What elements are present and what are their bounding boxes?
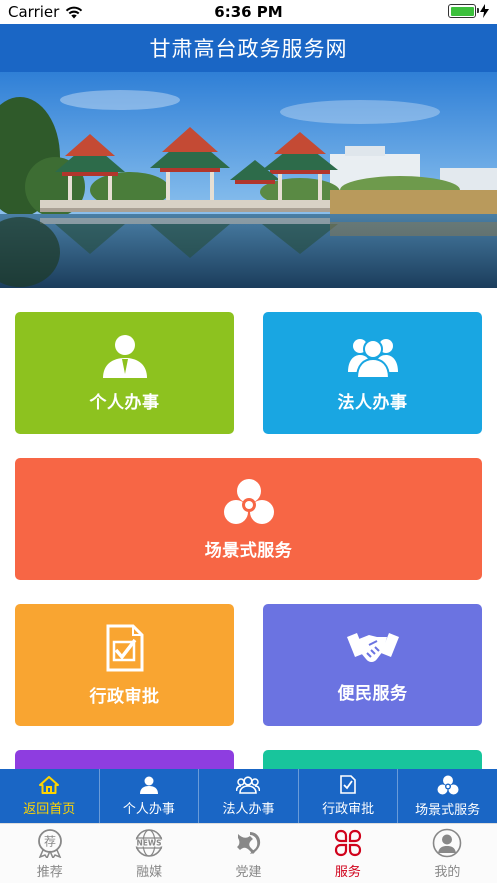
tile-personal-affairs[interactable]: 个人办事: [15, 312, 234, 434]
tile-scenario-service[interactable]: 场景式服务: [15, 458, 482, 580]
tab-service-label: 服务: [334, 864, 361, 880]
tab-party-building[interactable]: 党建: [199, 824, 298, 883]
tab-party-label: 党建: [235, 864, 262, 880]
tab-recommend[interactable]: 荐 推荐: [0, 824, 99, 883]
tab-media[interactable]: NEWS 融媒: [99, 824, 198, 883]
tab-mine[interactable]: 我的: [398, 824, 497, 883]
bottom-tab-bar: 荐 推荐 NEWS 融媒 党建 服务 我的: [0, 823, 497, 883]
tile-corporate-label: 法人办事: [337, 392, 408, 413]
tab-service[interactable]: 服务: [298, 824, 397, 883]
quick-nav-scenario-label: 场景式服务: [415, 802, 481, 818]
tile-convenience-label: 便民服务: [337, 683, 408, 704]
quick-nav-approval[interactable]: 行政审批: [299, 769, 399, 823]
quick-nav-personal-label: 个人办事: [122, 801, 175, 817]
quick-nav-corporate-label: 法人办事: [222, 801, 275, 817]
quick-nav-personal[interactable]: 个人办事: [100, 769, 200, 823]
tile-approval-label: 行政审批: [89, 686, 160, 707]
tile-scenario-label: 场景式服务: [204, 540, 293, 561]
group-icon: [236, 775, 261, 794]
tile-personal-label: 个人办事: [89, 392, 160, 413]
checklist-icon: [340, 775, 356, 794]
battery-icon: [448, 4, 479, 18]
globe-news-icon: NEWS: [134, 828, 165, 857]
status-time: 6:36 PM: [214, 3, 283, 21]
person-icon: [102, 334, 147, 378]
tile-administrative-approval[interactable]: 行政审批: [15, 604, 234, 726]
user-profile-icon: [433, 828, 462, 857]
checklist-icon: [106, 624, 143, 671]
recommend-glyph: 荐: [44, 834, 56, 848]
app-header: 甘肃高台政务服务网: [0, 24, 497, 72]
tri-circle-icon: [437, 775, 459, 794]
tab-recommend-label: 推荐: [36, 864, 63, 880]
tile-corporate-affairs[interactable]: 法人办事: [263, 312, 482, 434]
tri-circle-icon: [223, 478, 274, 524]
group-icon: [347, 338, 398, 378]
home-icon: [39, 775, 60, 794]
page-title: 甘肃高台政务服务网: [149, 37, 348, 61]
quick-nav-home-label: 返回首页: [23, 801, 76, 817]
banner-image: [0, 72, 497, 288]
quick-nav-scenario[interactable]: 场景式服务: [398, 769, 497, 823]
person-icon: [139, 776, 158, 794]
quick-nav-approval-label: 行政审批: [322, 802, 375, 817]
quick-nav-home[interactable]: 返回首页: [0, 769, 100, 823]
status-right: [448, 4, 489, 18]
recommend-icon: 荐: [37, 828, 62, 858]
tile-convenience-service[interactable]: 便民服务: [263, 604, 482, 726]
status-bar: Carrier 6:36 PM: [0, 0, 497, 24]
grid-service-icon: [334, 829, 362, 856]
tab-media-label: 融媒: [136, 864, 163, 880]
news-glyph: NEWS: [137, 838, 162, 847]
banner-carousel[interactable]: [0, 72, 497, 288]
handshake-icon: [346, 632, 399, 662]
quick-nav-bar: 返回首页 个人办事 法人办事 行政审批 场景式服务: [0, 769, 497, 823]
quick-nav-corporate[interactable]: 法人办事: [199, 769, 299, 823]
party-emblem-icon: [236, 831, 260, 854]
charging-icon: [480, 4, 489, 18]
tab-mine-label: 我的: [434, 864, 461, 880]
